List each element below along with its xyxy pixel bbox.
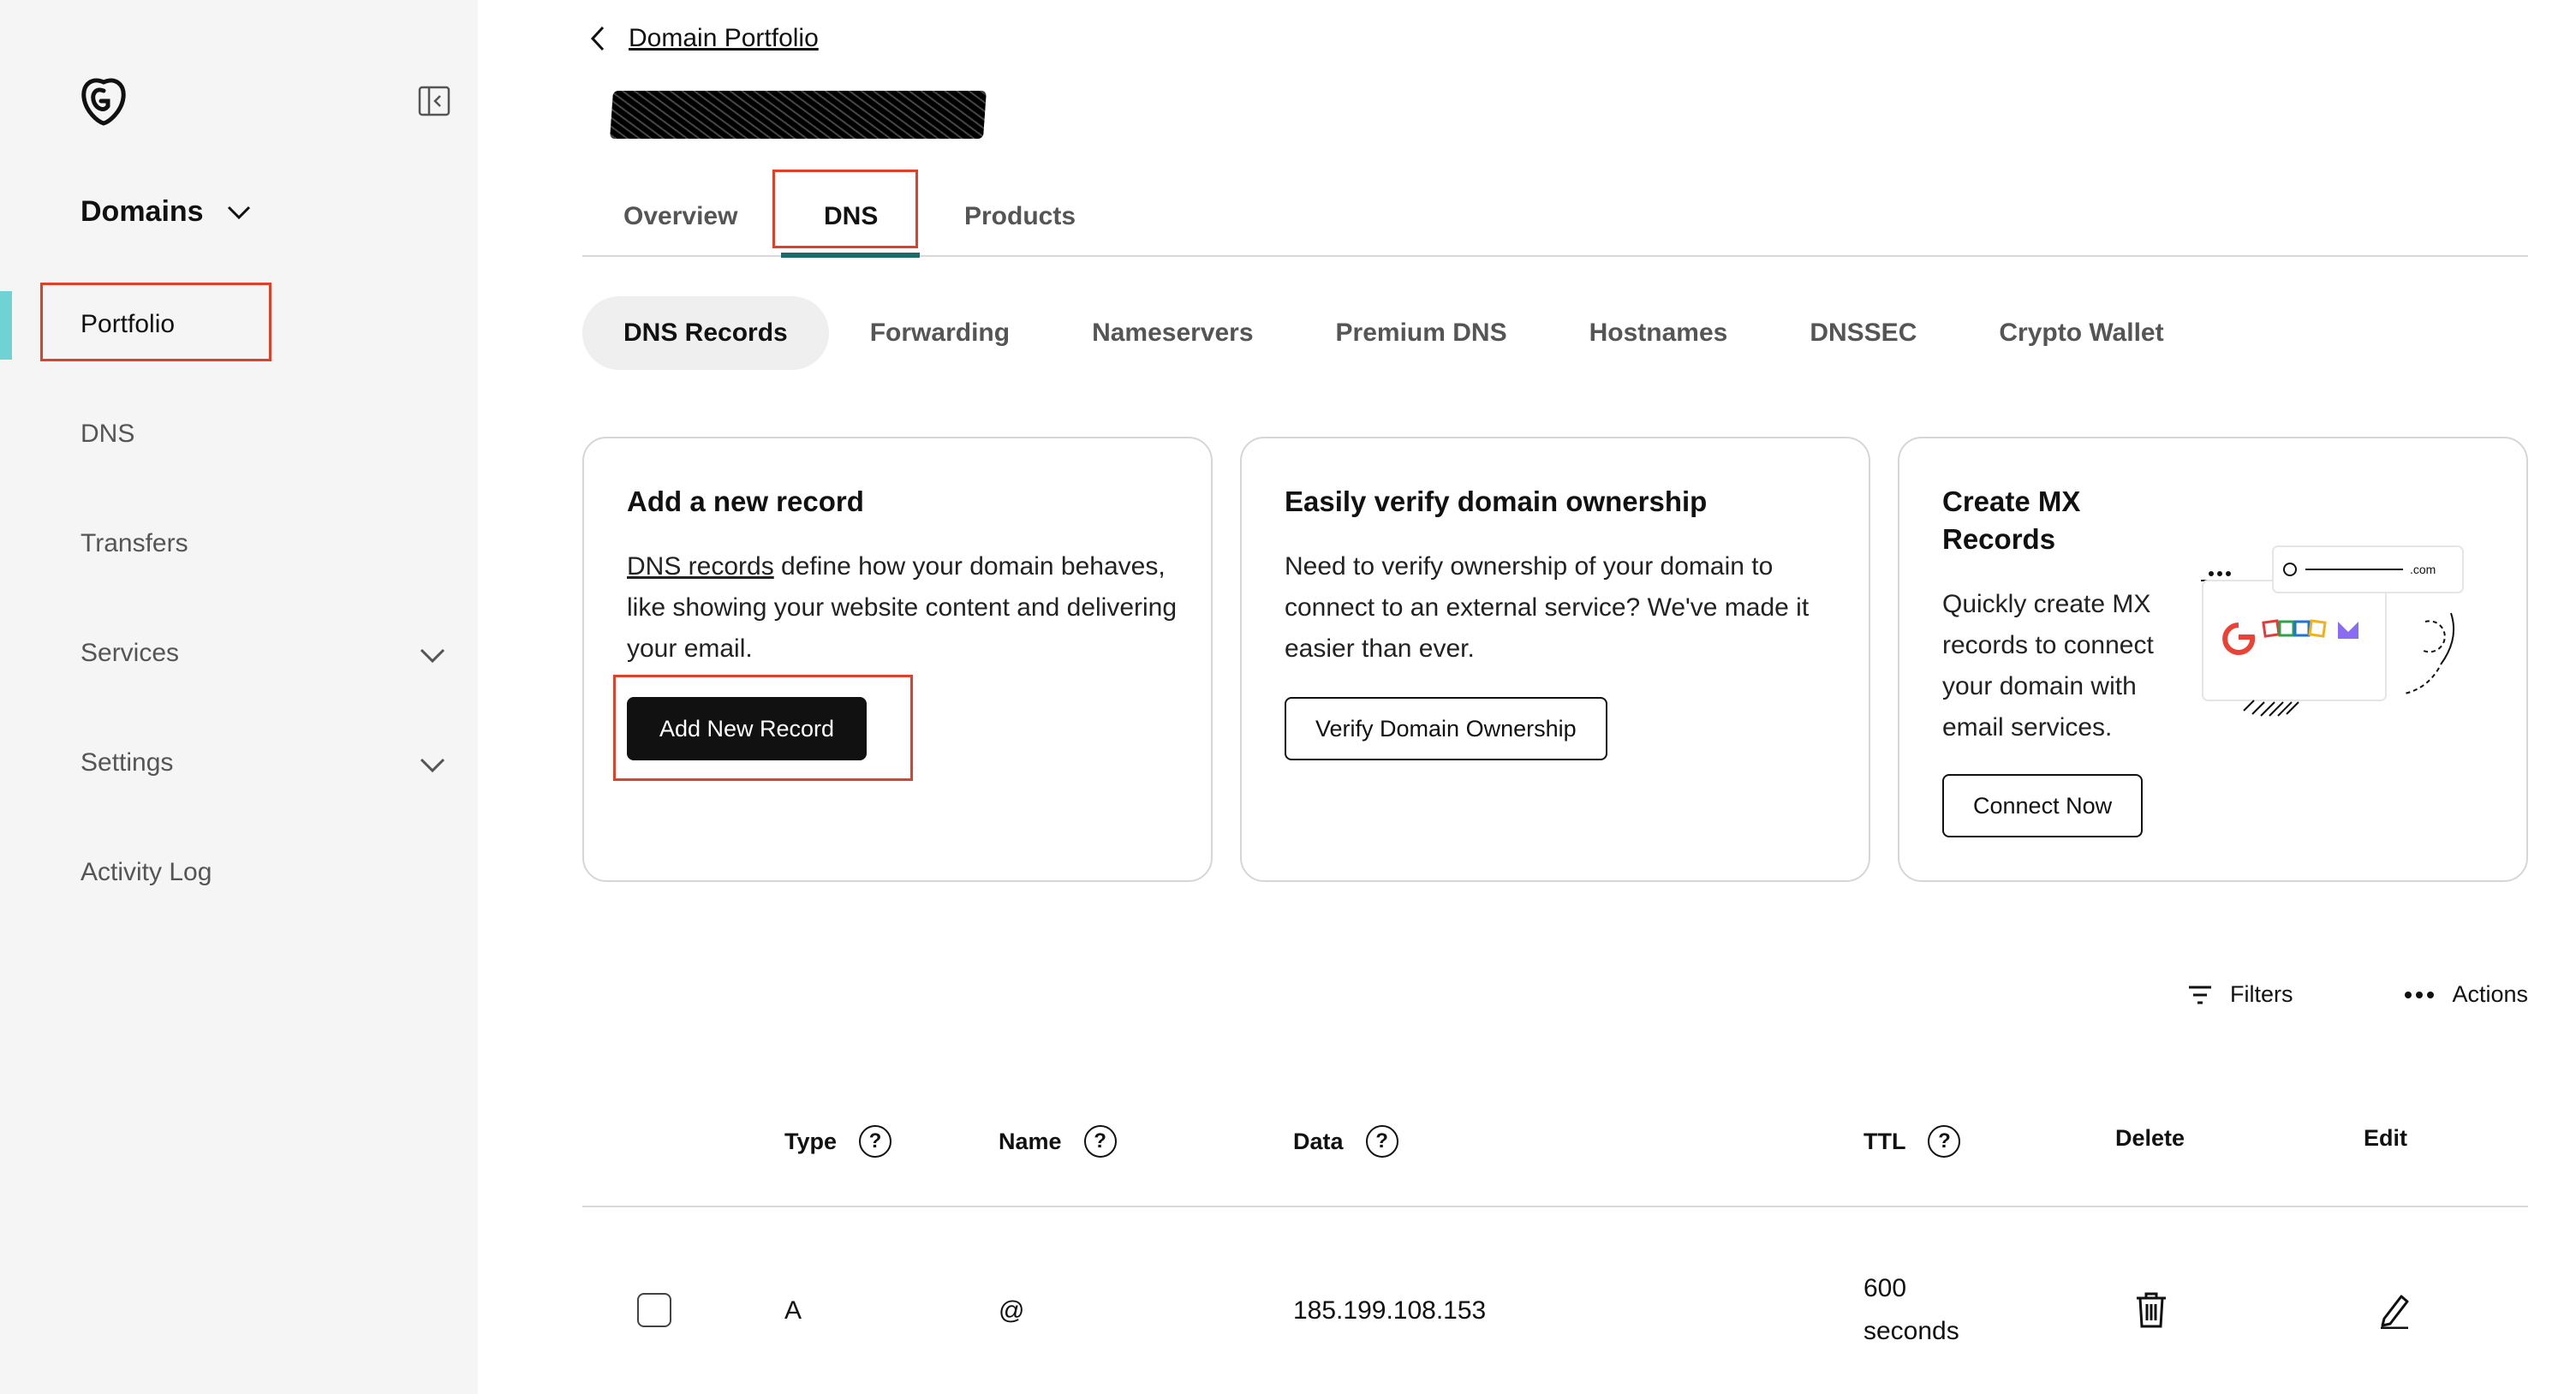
record-name: @	[999, 1296, 1025, 1325]
sidebar-item-label: Services	[80, 639, 180, 667]
filter-icon	[2188, 986, 2211, 1004]
connect-now-button[interactable]: Connect Now	[1942, 774, 2144, 837]
table-row: A @ 185.199.108.153 600 seconds	[582, 1207, 2528, 1394]
add-new-record-button[interactable]: Add New Record	[627, 697, 867, 760]
sidebar-item-label: Portfolio	[80, 310, 176, 338]
column-header-type: Type ?	[784, 1125, 892, 1158]
dns-records-link[interactable]: DNS records	[627, 552, 774, 581]
card-title: Easily verify domain ownership	[1285, 486, 1708, 517]
sidebar-item-portfolio[interactable]: Portfolio	[80, 310, 175, 339]
subtab-dns-records[interactable]: DNS Records	[582, 296, 829, 370]
subtab-forwarding[interactable]: Forwarding	[829, 296, 1051, 370]
tab-overview[interactable]: Overview	[623, 202, 737, 231]
sidebar-item-label: Settings	[80, 748, 174, 777]
mx-email-illustration: .com	[2201, 545, 2464, 717]
column-label: Data	[1293, 1128, 1344, 1154]
hatching-decoration	[2243, 700, 2299, 717]
active-tab-underline	[781, 253, 920, 258]
subtab-crypto-wallet[interactable]: Crypto Wallet	[1958, 296, 2204, 370]
chevron-left-icon	[590, 26, 605, 51]
sidebar-item-label: Activity Log	[80, 858, 212, 886]
table-toolbar: Filters Actions	[2187, 981, 2528, 1008]
column-header-ttl: TTL ?	[1863, 1125, 1961, 1158]
sidebar-item-label: Transfers	[80, 529, 188, 557]
dns-subtabs: DNS Records Forwarding Nameservers Premi…	[582, 296, 2205, 370]
help-icon[interactable]: ?	[1083, 1125, 1117, 1158]
actions-label: Actions	[2452, 981, 2528, 1007]
sidebar-domains-toggle[interactable]: Domains	[80, 195, 252, 229]
chevron-down-icon[interactable]	[418, 757, 447, 774]
column-label: Edit	[2364, 1125, 2407, 1151]
sidebar-item-settings[interactable]: Settings	[80, 748, 173, 777]
tab-products[interactable]: Products	[964, 202, 1076, 231]
help-icon[interactable]: ?	[1365, 1125, 1398, 1158]
card-add-record: Add a new record DNS records define how …	[582, 437, 1213, 882]
record-ttl-unit: seconds	[1863, 1317, 1959, 1345]
row-select-checkbox[interactable]	[637, 1293, 671, 1327]
subtab-nameservers[interactable]: Nameservers	[1051, 296, 1294, 370]
breadcrumb-link[interactable]: Domain Portfolio	[629, 24, 819, 53]
subtab-dnssec[interactable]: DNSSEC	[1768, 296, 1958, 370]
help-icon[interactable]: ?	[859, 1125, 892, 1158]
column-header-name: Name ?	[999, 1125, 1117, 1158]
sidebar-item-transfers[interactable]: Transfers	[80, 529, 188, 558]
sidebar-item-dns[interactable]: DNS	[80, 420, 134, 449]
record-type: A	[784, 1296, 802, 1325]
card-create-mx: Create MX Records Quickly create MX reco…	[1898, 437, 2528, 882]
actions-button[interactable]: Actions	[2404, 981, 2528, 1008]
card-body: Need to verify ownership of your domain …	[1285, 552, 1810, 663]
column-header-data: Data ?	[1293, 1125, 1398, 1158]
card-title: Add a new record	[627, 486, 864, 517]
breadcrumb[interactable]: Domain Portfolio	[589, 24, 819, 53]
verify-domain-ownership-button[interactable]: Verify Domain Ownership	[1285, 697, 1607, 760]
sidebar-item-label: DNS	[80, 420, 135, 448]
card-verify-ownership: Easily verify domain ownership Need to v…	[1240, 437, 1870, 882]
chevron-down-icon[interactable]	[418, 647, 447, 664]
sidebar: Domains Portfolio DNS Transfers Services…	[0, 0, 478, 1394]
subtab-premium-dns[interactable]: Premium DNS	[1295, 296, 1548, 370]
main-tabs: Overview DNS Products	[582, 170, 2528, 258]
chevron-down-icon	[227, 206, 250, 219]
sidebar-item-services[interactable]: Services	[80, 639, 179, 668]
collapse-sidebar-icon[interactable]	[418, 86, 450, 116]
trash-icon[interactable]	[2134, 1291, 2168, 1329]
column-label: Delete	[2115, 1125, 2185, 1151]
highlight-box-dns-tab	[772, 170, 918, 248]
column-label: TTL	[1863, 1128, 1906, 1154]
column-header-edit: Edit	[2364, 1125, 2407, 1152]
more-horizontal-icon	[2405, 991, 2435, 998]
redacted-domain-name	[610, 91, 987, 139]
table-header: Type ? Name ? Data ? TTL ? Delete Edit	[582, 1096, 2528, 1207]
card-body: Quickly create MX records to connect you…	[1942, 590, 2154, 742]
filters-label: Filters	[2229, 981, 2293, 1007]
card-title: Create MX Records	[1942, 486, 2081, 555]
column-label: Name	[999, 1128, 1062, 1154]
active-indicator	[0, 291, 12, 360]
subtab-hostnames[interactable]: Hostnames	[1548, 296, 1769, 370]
sidebar-item-activity-log[interactable]: Activity Log	[80, 858, 212, 887]
illustration-domain-text: .com	[2410, 563, 2436, 576]
record-ttl-value: 600	[1863, 1274, 1907, 1302]
help-icon[interactable]: ?	[1928, 1125, 1961, 1158]
card-body: DNS records define how your domain behav…	[627, 546, 1184, 670]
pencil-edit-icon[interactable]	[2377, 1291, 2412, 1329]
sidebar-section-title: Domains	[80, 195, 204, 228]
filters-button[interactable]: Filters	[2187, 981, 2293, 1008]
column-header-delete: Delete	[2115, 1125, 2185, 1152]
dots-icon	[2209, 571, 2231, 576]
column-label: Type	[784, 1128, 838, 1154]
record-data: 185.199.108.153	[1293, 1296, 1487, 1325]
godaddy-logo-icon[interactable]	[77, 75, 130, 128]
